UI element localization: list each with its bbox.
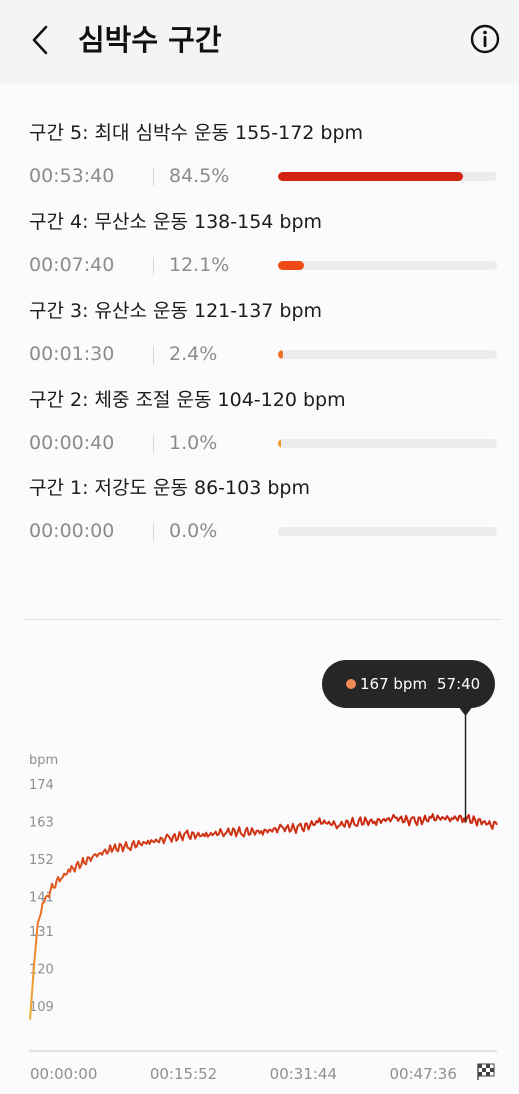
zone-separator <box>153 523 154 541</box>
page-title: 심박수 구간 <box>78 23 222 57</box>
zone-separator <box>153 168 154 186</box>
zone-time: 00:00:00 <box>29 520 115 542</box>
y-tick-label: 109 <box>29 1000 54 1015</box>
tooltip-bpm: 167 bpm <box>360 675 428 693</box>
zone-title: 구간 2: 체중 조절 운동 104-120 bpm <box>29 389 346 411</box>
finish-flag-icon <box>477 1063 495 1080</box>
heart-rate-chart[interactable]: bpm17416315214113112010900:00:00 00:15:52… <box>0 700 519 1094</box>
y-tick-label: 163 <box>29 816 54 831</box>
tooltip-time: 57:40 <box>437 675 481 693</box>
info-button[interactable] <box>468 22 502 56</box>
heart-rate-line <box>29 813 498 1020</box>
zone-percent: 2.4% <box>169 343 218 365</box>
y-tick-label: 152 <box>29 853 54 868</box>
x-tick-label: 00:31:44 <box>270 1065 337 1083</box>
zone-progress-bar <box>278 527 497 536</box>
zone-percent: 12.1% <box>169 254 230 276</box>
y-axis-label: bpm <box>29 753 58 768</box>
tooltip-pointer <box>459 708 472 716</box>
zone-progress-fill <box>278 350 284 359</box>
zone-time: 00:00:40 <box>29 432 115 454</box>
zone-separator <box>153 257 154 275</box>
zone-percent: 0.0% <box>169 520 218 542</box>
zone-time: 00:53:40 <box>29 165 115 187</box>
zone-title: 구간 4: 무산소 운동 138-154 bpm <box>29 211 323 233</box>
y-tick-label: 174 <box>29 778 54 793</box>
x-tick-label: 00:15:52 <box>150 1065 217 1083</box>
zone-progress-fill <box>278 439 281 448</box>
back-button[interactable] <box>22 18 62 62</box>
zone-title: 구간 3: 유산소 운동 121-137 bpm <box>29 300 323 322</box>
zone-progress-bar <box>278 261 497 270</box>
x-tick-label: 00:47:36 <box>390 1065 457 1083</box>
zone-progress-bar <box>278 439 497 448</box>
x-tick-label: 00:00:00 <box>30 1065 97 1083</box>
zone-percent: 1.0% <box>169 432 218 454</box>
zone-progress-fill <box>278 172 464 181</box>
divider <box>24 619 502 620</box>
app-header: 심박수 구간 <box>0 0 519 84</box>
tooltip-dot-icon <box>346 679 356 689</box>
zone-title: 구간 5: 최대 심박수 운동 155-172 bpm <box>29 122 364 144</box>
zone-separator <box>153 435 154 453</box>
zone-time: 00:07:40 <box>29 254 115 276</box>
zone-progress-bar <box>278 172 497 181</box>
zone-time: 00:01:30 <box>29 343 115 365</box>
zone-title: 구간 1: 저강도 운동 86-103 bpm <box>29 477 310 499</box>
zone-progress-fill <box>278 261 305 270</box>
zone-progress-bar <box>278 350 497 359</box>
chevron-left-icon <box>32 25 48 55</box>
info-icon <box>470 24 500 54</box>
y-tick-label: 131 <box>29 925 54 940</box>
zone-separator <box>153 346 154 364</box>
zone-percent: 84.5% <box>169 165 230 187</box>
